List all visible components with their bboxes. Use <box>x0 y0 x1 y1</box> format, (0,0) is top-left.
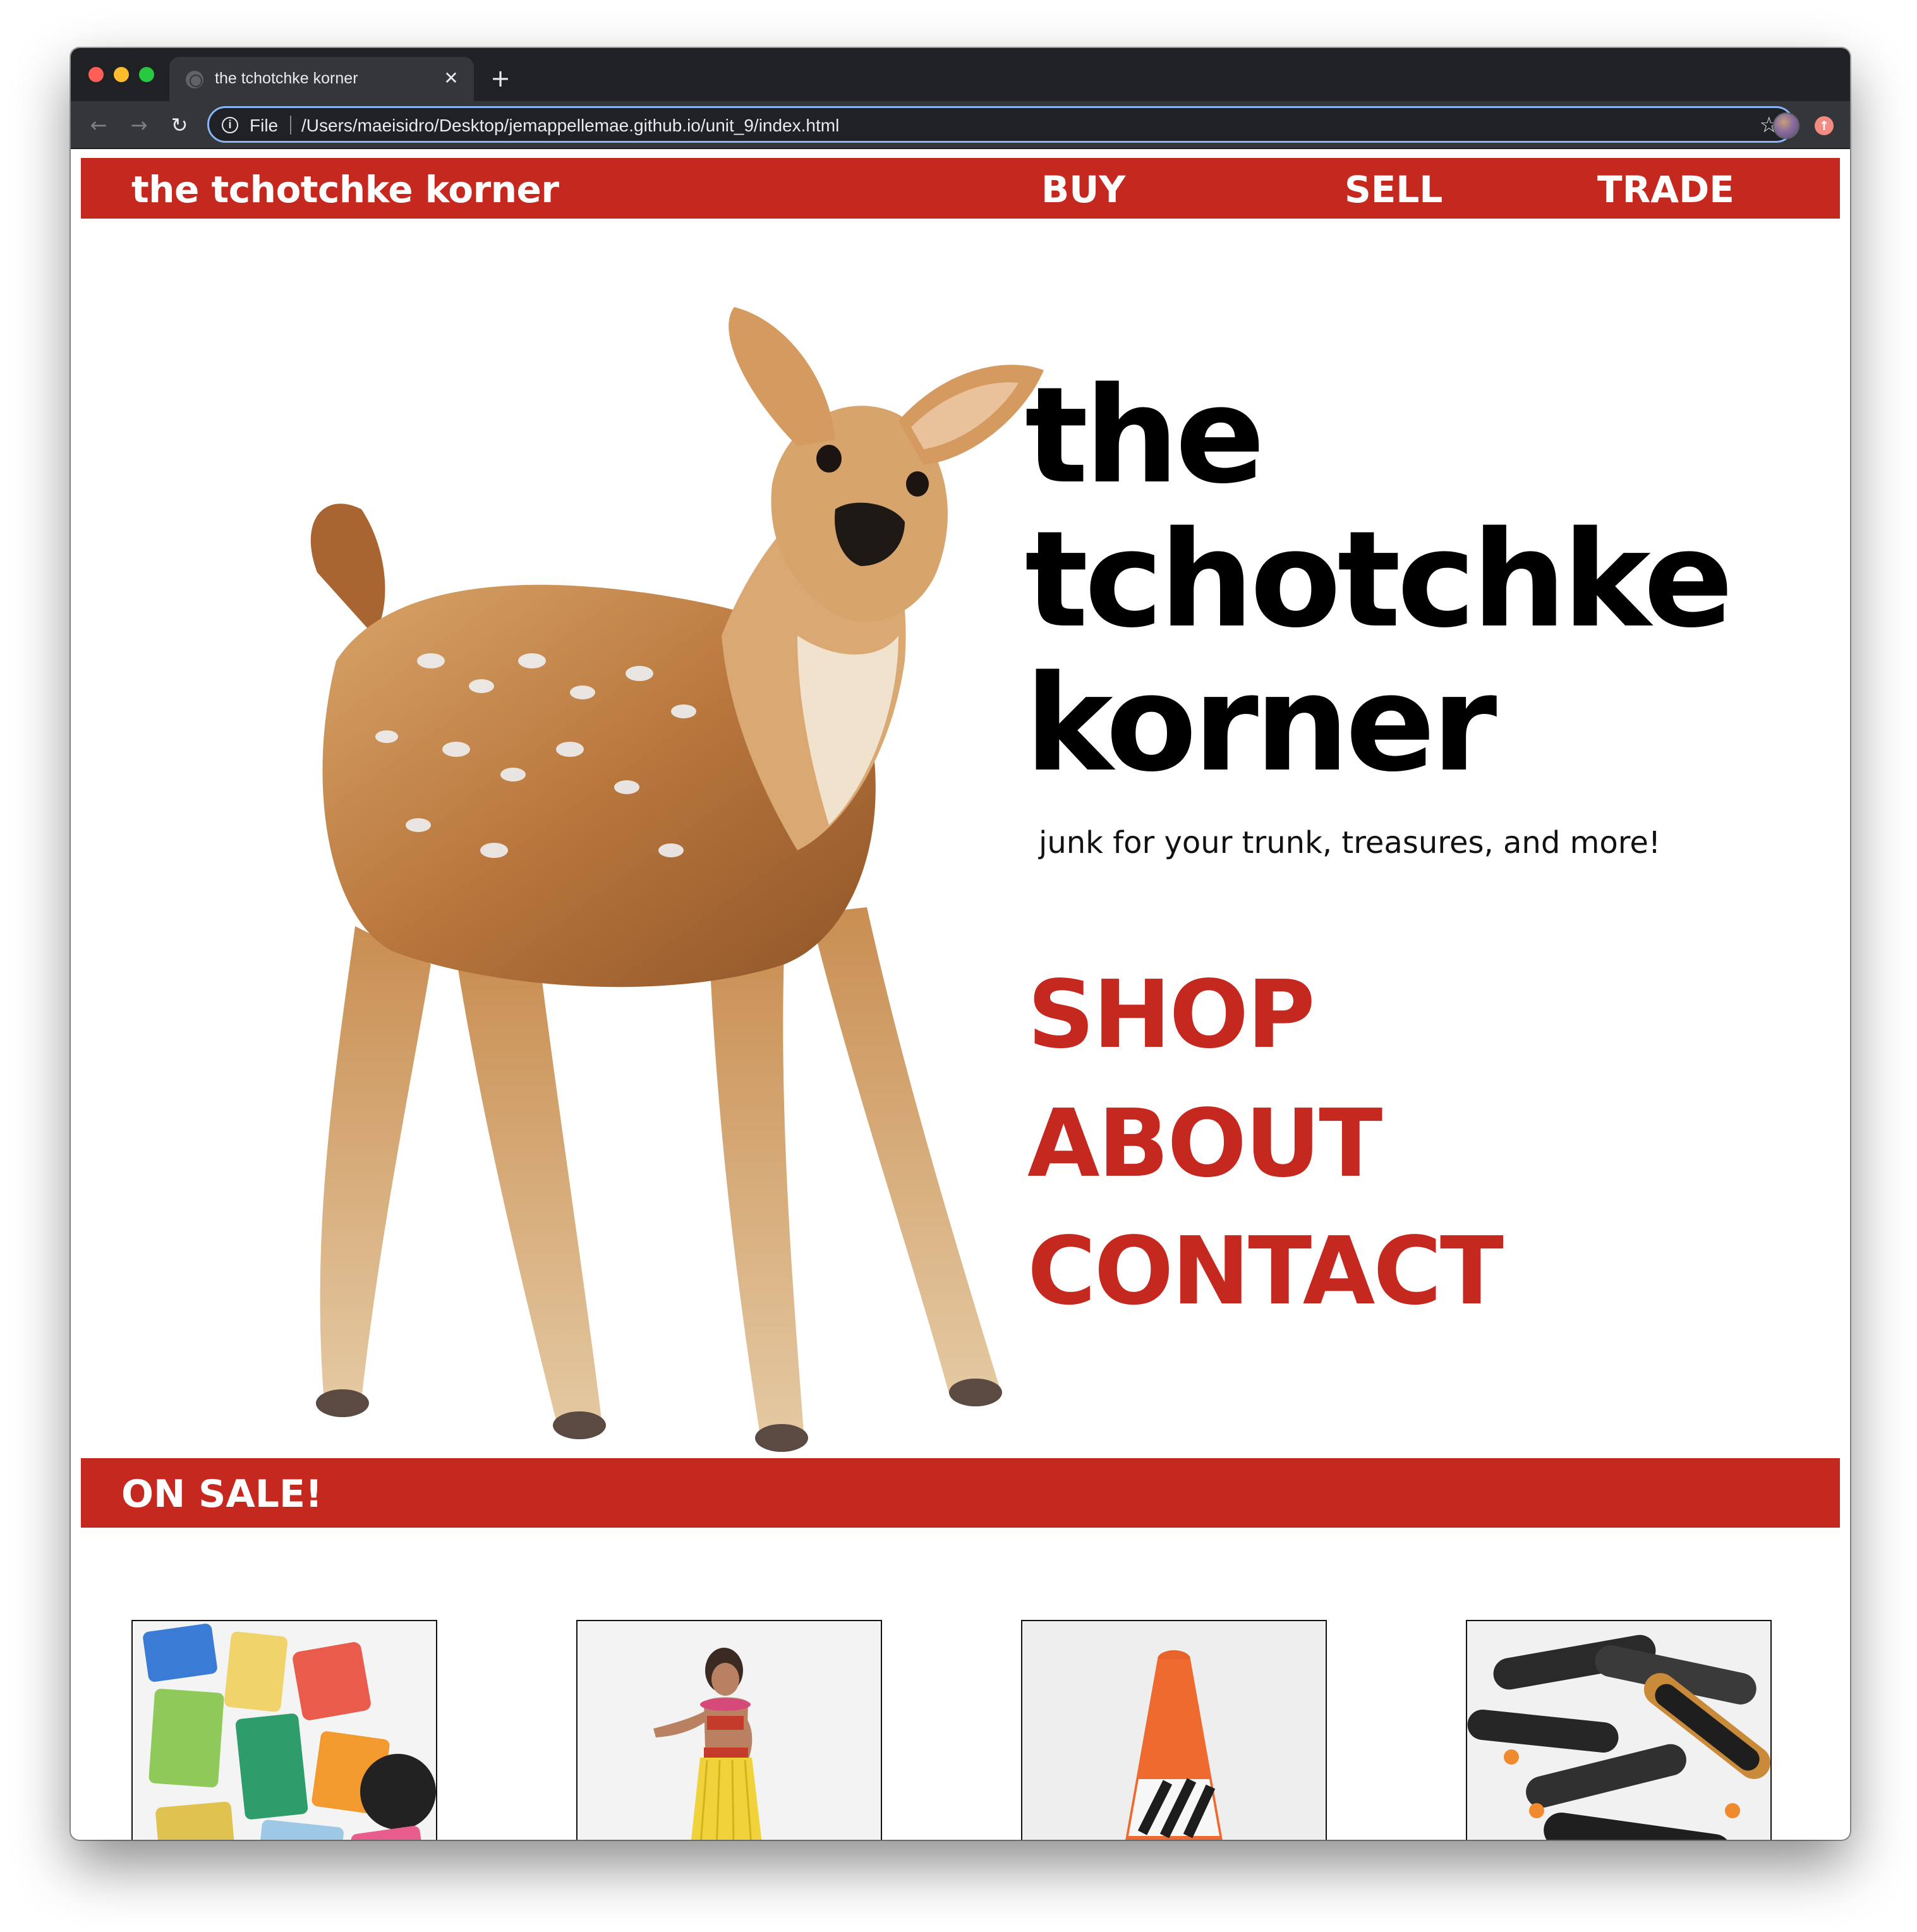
about-link[interactable]: ABOUT <box>1027 1093 1382 1194</box>
product-card-stickers[interactable] <box>131 1620 437 1840</box>
globe-icon <box>186 71 203 88</box>
reload-button[interactable]: ↻ <box>166 111 193 139</box>
new-tab-button[interactable]: + <box>488 66 513 91</box>
fingerboard-skateboards-image <box>1467 1621 1770 1840</box>
nav-trade-link[interactable]: TRADE <box>1597 168 1734 211</box>
close-icon[interactable]: ✕ <box>440 67 463 90</box>
hero-title-line: korner <box>1025 646 1497 801</box>
info-icon[interactable]: i <box>222 117 238 133</box>
tab-strip: the tchotchke korner ✕ + <box>71 48 1850 101</box>
hero-title-line: tchotchke <box>1025 502 1733 657</box>
hero-title: the tchotchke korner <box>1025 358 1733 801</box>
on-sale-title: ON SALE! <box>121 1472 323 1516</box>
address-divider <box>290 116 291 135</box>
update-icon[interactable]: ↑ <box>1815 116 1834 135</box>
deer-figurine-image <box>310 307 1044 1452</box>
traffic-cone-image <box>1022 1621 1326 1840</box>
hero-tagline: junk for your trunk, treasures, and more… <box>1039 825 1661 860</box>
site-header: the tchotchke korner BUY SELL TRADE <box>81 158 1840 219</box>
close-window-button[interactable] <box>88 67 104 82</box>
nav-buy-link[interactable]: BUY <box>1041 168 1125 211</box>
address-bar[interactable]: i File /Users/maeisidro/Desktop/jemappel… <box>207 106 1794 143</box>
hero-title-line: the <box>1025 358 1265 513</box>
on-sale-banner: ON SALE! <box>81 1458 1840 1528</box>
page-viewport: the tchotchke korner BUY SELL TRADE the … <box>71 149 1850 1840</box>
hula-dancer-image <box>578 1621 881 1840</box>
scheme-label: File <box>250 116 279 135</box>
back-button[interactable]: ← <box>85 111 112 139</box>
nav-sell-link[interactable]: SELL <box>1345 168 1442 211</box>
url-text[interactable]: /Users/maeisidro/Desktop/jemappellemae.g… <box>301 116 839 136</box>
product-card-hula-dancer[interactable] <box>576 1620 882 1840</box>
reload-icon: ↻ <box>171 113 188 137</box>
browser-window: the tchotchke korner ✕ + ← → ↻ i File /U… <box>71 48 1850 1840</box>
product-card-fingerboards[interactable] <box>1466 1620 1772 1840</box>
avatar[interactable] <box>1773 112 1799 139</box>
forward-button[interactable]: → <box>125 111 153 139</box>
tab-active[interactable]: the tchotchke korner ✕ <box>169 57 474 101</box>
minimize-window-button[interactable] <box>114 67 129 82</box>
tab-title: the tchotchke korner <box>215 69 358 87</box>
site-brand[interactable]: the tchotchke korner <box>131 168 559 211</box>
arrow-left-icon: ← <box>90 113 107 137</box>
arrow-right-icon: → <box>130 113 148 137</box>
product-card-traffic-cone[interactable] <box>1021 1620 1327 1840</box>
shop-link[interactable]: SHOP <box>1027 964 1315 1065</box>
sticker-collection-image <box>133 1621 436 1840</box>
browser-toolbar: ← → ↻ i File /Users/maeisidro/Desktop/je… <box>71 101 1850 149</box>
contact-link[interactable]: CONTACT <box>1027 1221 1504 1322</box>
zoom-window-button[interactable] <box>139 67 154 82</box>
